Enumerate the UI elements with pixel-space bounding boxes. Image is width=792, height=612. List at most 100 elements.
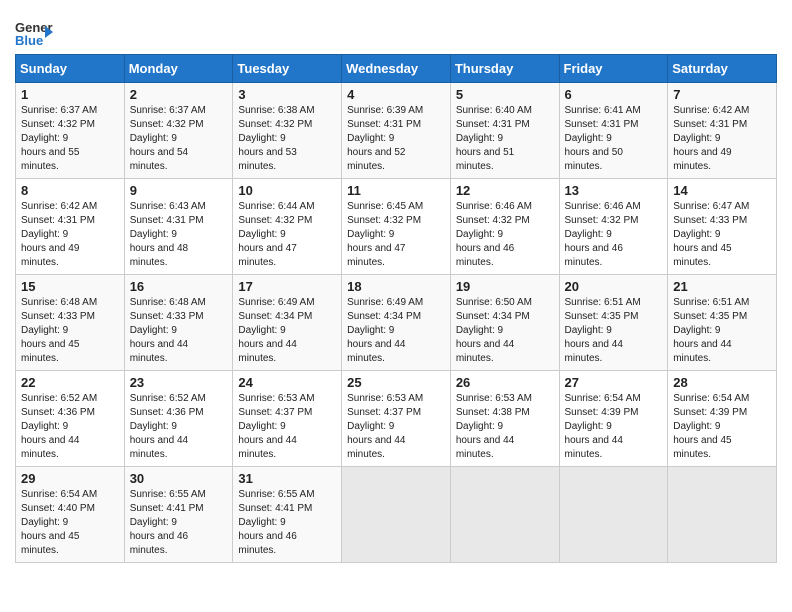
calendar-cell: 8 Sunrise: 6:42 AM Sunset: 4:31 PM Dayli… [16,179,125,275]
day-number: 1 [21,87,119,102]
day-info: Sunrise: 6:49 AM Sunset: 4:34 PM Dayligh… [238,296,336,366]
day-number: 30 [130,471,228,486]
logo: General Blue [15,10,53,48]
day-number: 28 [673,375,771,390]
day-number: 26 [456,375,554,390]
logo-icon: General Blue [15,18,53,48]
calendar-cell: 21 Sunrise: 6:51 AM Sunset: 4:35 PM Dayl… [668,275,777,371]
calendar-cell: 2 Sunrise: 6:37 AM Sunset: 4:32 PM Dayli… [124,83,233,179]
day-number: 11 [347,183,445,198]
day-number: 23 [130,375,228,390]
calendar-cell: 13 Sunrise: 6:46 AM Sunset: 4:32 PM Dayl… [559,179,668,275]
calendar-cell [559,467,668,563]
calendar-cell: 26 Sunrise: 6:53 AM Sunset: 4:38 PM Dayl… [450,371,559,467]
day-number: 2 [130,87,228,102]
day-header-monday: Monday [124,55,233,83]
day-info: Sunrise: 6:51 AM Sunset: 4:35 PM Dayligh… [673,296,771,366]
calendar-cell: 9 Sunrise: 6:43 AM Sunset: 4:31 PM Dayli… [124,179,233,275]
calendar-cell: 11 Sunrise: 6:45 AM Sunset: 4:32 PM Dayl… [342,179,451,275]
calendar-cell: 7 Sunrise: 6:42 AM Sunset: 4:31 PM Dayli… [668,83,777,179]
week-row-3: 15 Sunrise: 6:48 AM Sunset: 4:33 PM Dayl… [16,275,777,371]
week-row-4: 22 Sunrise: 6:52 AM Sunset: 4:36 PM Dayl… [16,371,777,467]
day-number: 18 [347,279,445,294]
day-number: 29 [21,471,119,486]
calendar-table: SundayMondayTuesdayWednesdayThursdayFrid… [15,54,777,563]
svg-text:Blue: Blue [15,33,43,48]
calendar-cell: 5 Sunrise: 6:40 AM Sunset: 4:31 PM Dayli… [450,83,559,179]
day-number: 24 [238,375,336,390]
week-row-1: 1 Sunrise: 6:37 AM Sunset: 4:32 PM Dayli… [16,83,777,179]
calendar-cell: 14 Sunrise: 6:47 AM Sunset: 4:33 PM Dayl… [668,179,777,275]
calendar-cell: 30 Sunrise: 6:55 AM Sunset: 4:41 PM Dayl… [124,467,233,563]
day-info: Sunrise: 6:37 AM Sunset: 4:32 PM Dayligh… [130,104,228,174]
day-number: 8 [21,183,119,198]
calendar-cell: 4 Sunrise: 6:39 AM Sunset: 4:31 PM Dayli… [342,83,451,179]
week-row-5: 29 Sunrise: 6:54 AM Sunset: 4:40 PM Dayl… [16,467,777,563]
day-info: Sunrise: 6:37 AM Sunset: 4:32 PM Dayligh… [21,104,119,174]
calendar-cell: 24 Sunrise: 6:53 AM Sunset: 4:37 PM Dayl… [233,371,342,467]
day-info: Sunrise: 6:44 AM Sunset: 4:32 PM Dayligh… [238,200,336,270]
week-row-2: 8 Sunrise: 6:42 AM Sunset: 4:31 PM Dayli… [16,179,777,275]
day-info: Sunrise: 6:52 AM Sunset: 4:36 PM Dayligh… [21,392,119,462]
calendar-cell [450,467,559,563]
day-number: 3 [238,87,336,102]
calendar-cell: 25 Sunrise: 6:53 AM Sunset: 4:37 PM Dayl… [342,371,451,467]
calendar-header: SundayMondayTuesdayWednesdayThursdayFrid… [16,55,777,83]
day-number: 20 [565,279,663,294]
day-info: Sunrise: 6:39 AM Sunset: 4:31 PM Dayligh… [347,104,445,174]
calendar-cell: 17 Sunrise: 6:49 AM Sunset: 4:34 PM Dayl… [233,275,342,371]
day-number: 14 [673,183,771,198]
day-info: Sunrise: 6:42 AM Sunset: 4:31 PM Dayligh… [21,200,119,270]
calendar-cell [668,467,777,563]
calendar-cell: 23 Sunrise: 6:52 AM Sunset: 4:36 PM Dayl… [124,371,233,467]
day-info: Sunrise: 6:40 AM Sunset: 4:31 PM Dayligh… [456,104,554,174]
day-info: Sunrise: 6:43 AM Sunset: 4:31 PM Dayligh… [130,200,228,270]
calendar-cell: 29 Sunrise: 6:54 AM Sunset: 4:40 PM Dayl… [16,467,125,563]
day-header-saturday: Saturday [668,55,777,83]
day-info: Sunrise: 6:46 AM Sunset: 4:32 PM Dayligh… [456,200,554,270]
calendar-cell: 20 Sunrise: 6:51 AM Sunset: 4:35 PM Dayl… [559,275,668,371]
day-number: 13 [565,183,663,198]
calendar-cell: 28 Sunrise: 6:54 AM Sunset: 4:39 PM Dayl… [668,371,777,467]
calendar-cell: 19 Sunrise: 6:50 AM Sunset: 4:34 PM Dayl… [450,275,559,371]
day-info: Sunrise: 6:53 AM Sunset: 4:37 PM Dayligh… [347,392,445,462]
day-info: Sunrise: 6:53 AM Sunset: 4:38 PM Dayligh… [456,392,554,462]
day-info: Sunrise: 6:48 AM Sunset: 4:33 PM Dayligh… [130,296,228,366]
day-info: Sunrise: 6:48 AM Sunset: 4:33 PM Dayligh… [21,296,119,366]
day-info: Sunrise: 6:54 AM Sunset: 4:39 PM Dayligh… [565,392,663,462]
day-number: 17 [238,279,336,294]
day-number: 25 [347,375,445,390]
day-number: 15 [21,279,119,294]
day-info: Sunrise: 6:49 AM Sunset: 4:34 PM Dayligh… [347,296,445,366]
page-header: General Blue [15,10,777,48]
day-header-thursday: Thursday [450,55,559,83]
calendar-cell: 10 Sunrise: 6:44 AM Sunset: 4:32 PM Dayl… [233,179,342,275]
day-info: Sunrise: 6:55 AM Sunset: 4:41 PM Dayligh… [130,488,228,558]
calendar-cell: 1 Sunrise: 6:37 AM Sunset: 4:32 PM Dayli… [16,83,125,179]
day-info: Sunrise: 6:51 AM Sunset: 4:35 PM Dayligh… [565,296,663,366]
day-info: Sunrise: 6:38 AM Sunset: 4:32 PM Dayligh… [238,104,336,174]
day-number: 7 [673,87,771,102]
calendar-cell: 27 Sunrise: 6:54 AM Sunset: 4:39 PM Dayl… [559,371,668,467]
day-number: 10 [238,183,336,198]
day-info: Sunrise: 6:50 AM Sunset: 4:34 PM Dayligh… [456,296,554,366]
day-info: Sunrise: 6:46 AM Sunset: 4:32 PM Dayligh… [565,200,663,270]
day-info: Sunrise: 6:53 AM Sunset: 4:37 PM Dayligh… [238,392,336,462]
day-number: 21 [673,279,771,294]
day-number: 9 [130,183,228,198]
day-info: Sunrise: 6:47 AM Sunset: 4:33 PM Dayligh… [673,200,771,270]
day-info: Sunrise: 6:55 AM Sunset: 4:41 PM Dayligh… [238,488,336,558]
day-number: 27 [565,375,663,390]
calendar-cell: 31 Sunrise: 6:55 AM Sunset: 4:41 PM Dayl… [233,467,342,563]
day-info: Sunrise: 6:52 AM Sunset: 4:36 PM Dayligh… [130,392,228,462]
day-info: Sunrise: 6:45 AM Sunset: 4:32 PM Dayligh… [347,200,445,270]
calendar-cell: 3 Sunrise: 6:38 AM Sunset: 4:32 PM Dayli… [233,83,342,179]
day-number: 6 [565,87,663,102]
day-number: 5 [456,87,554,102]
day-header-friday: Friday [559,55,668,83]
calendar-cell: 12 Sunrise: 6:46 AM Sunset: 4:32 PM Dayl… [450,179,559,275]
day-info: Sunrise: 6:54 AM Sunset: 4:40 PM Dayligh… [21,488,119,558]
day-info: Sunrise: 6:42 AM Sunset: 4:31 PM Dayligh… [673,104,771,174]
calendar-cell [342,467,451,563]
calendar-cell: 6 Sunrise: 6:41 AM Sunset: 4:31 PM Dayli… [559,83,668,179]
